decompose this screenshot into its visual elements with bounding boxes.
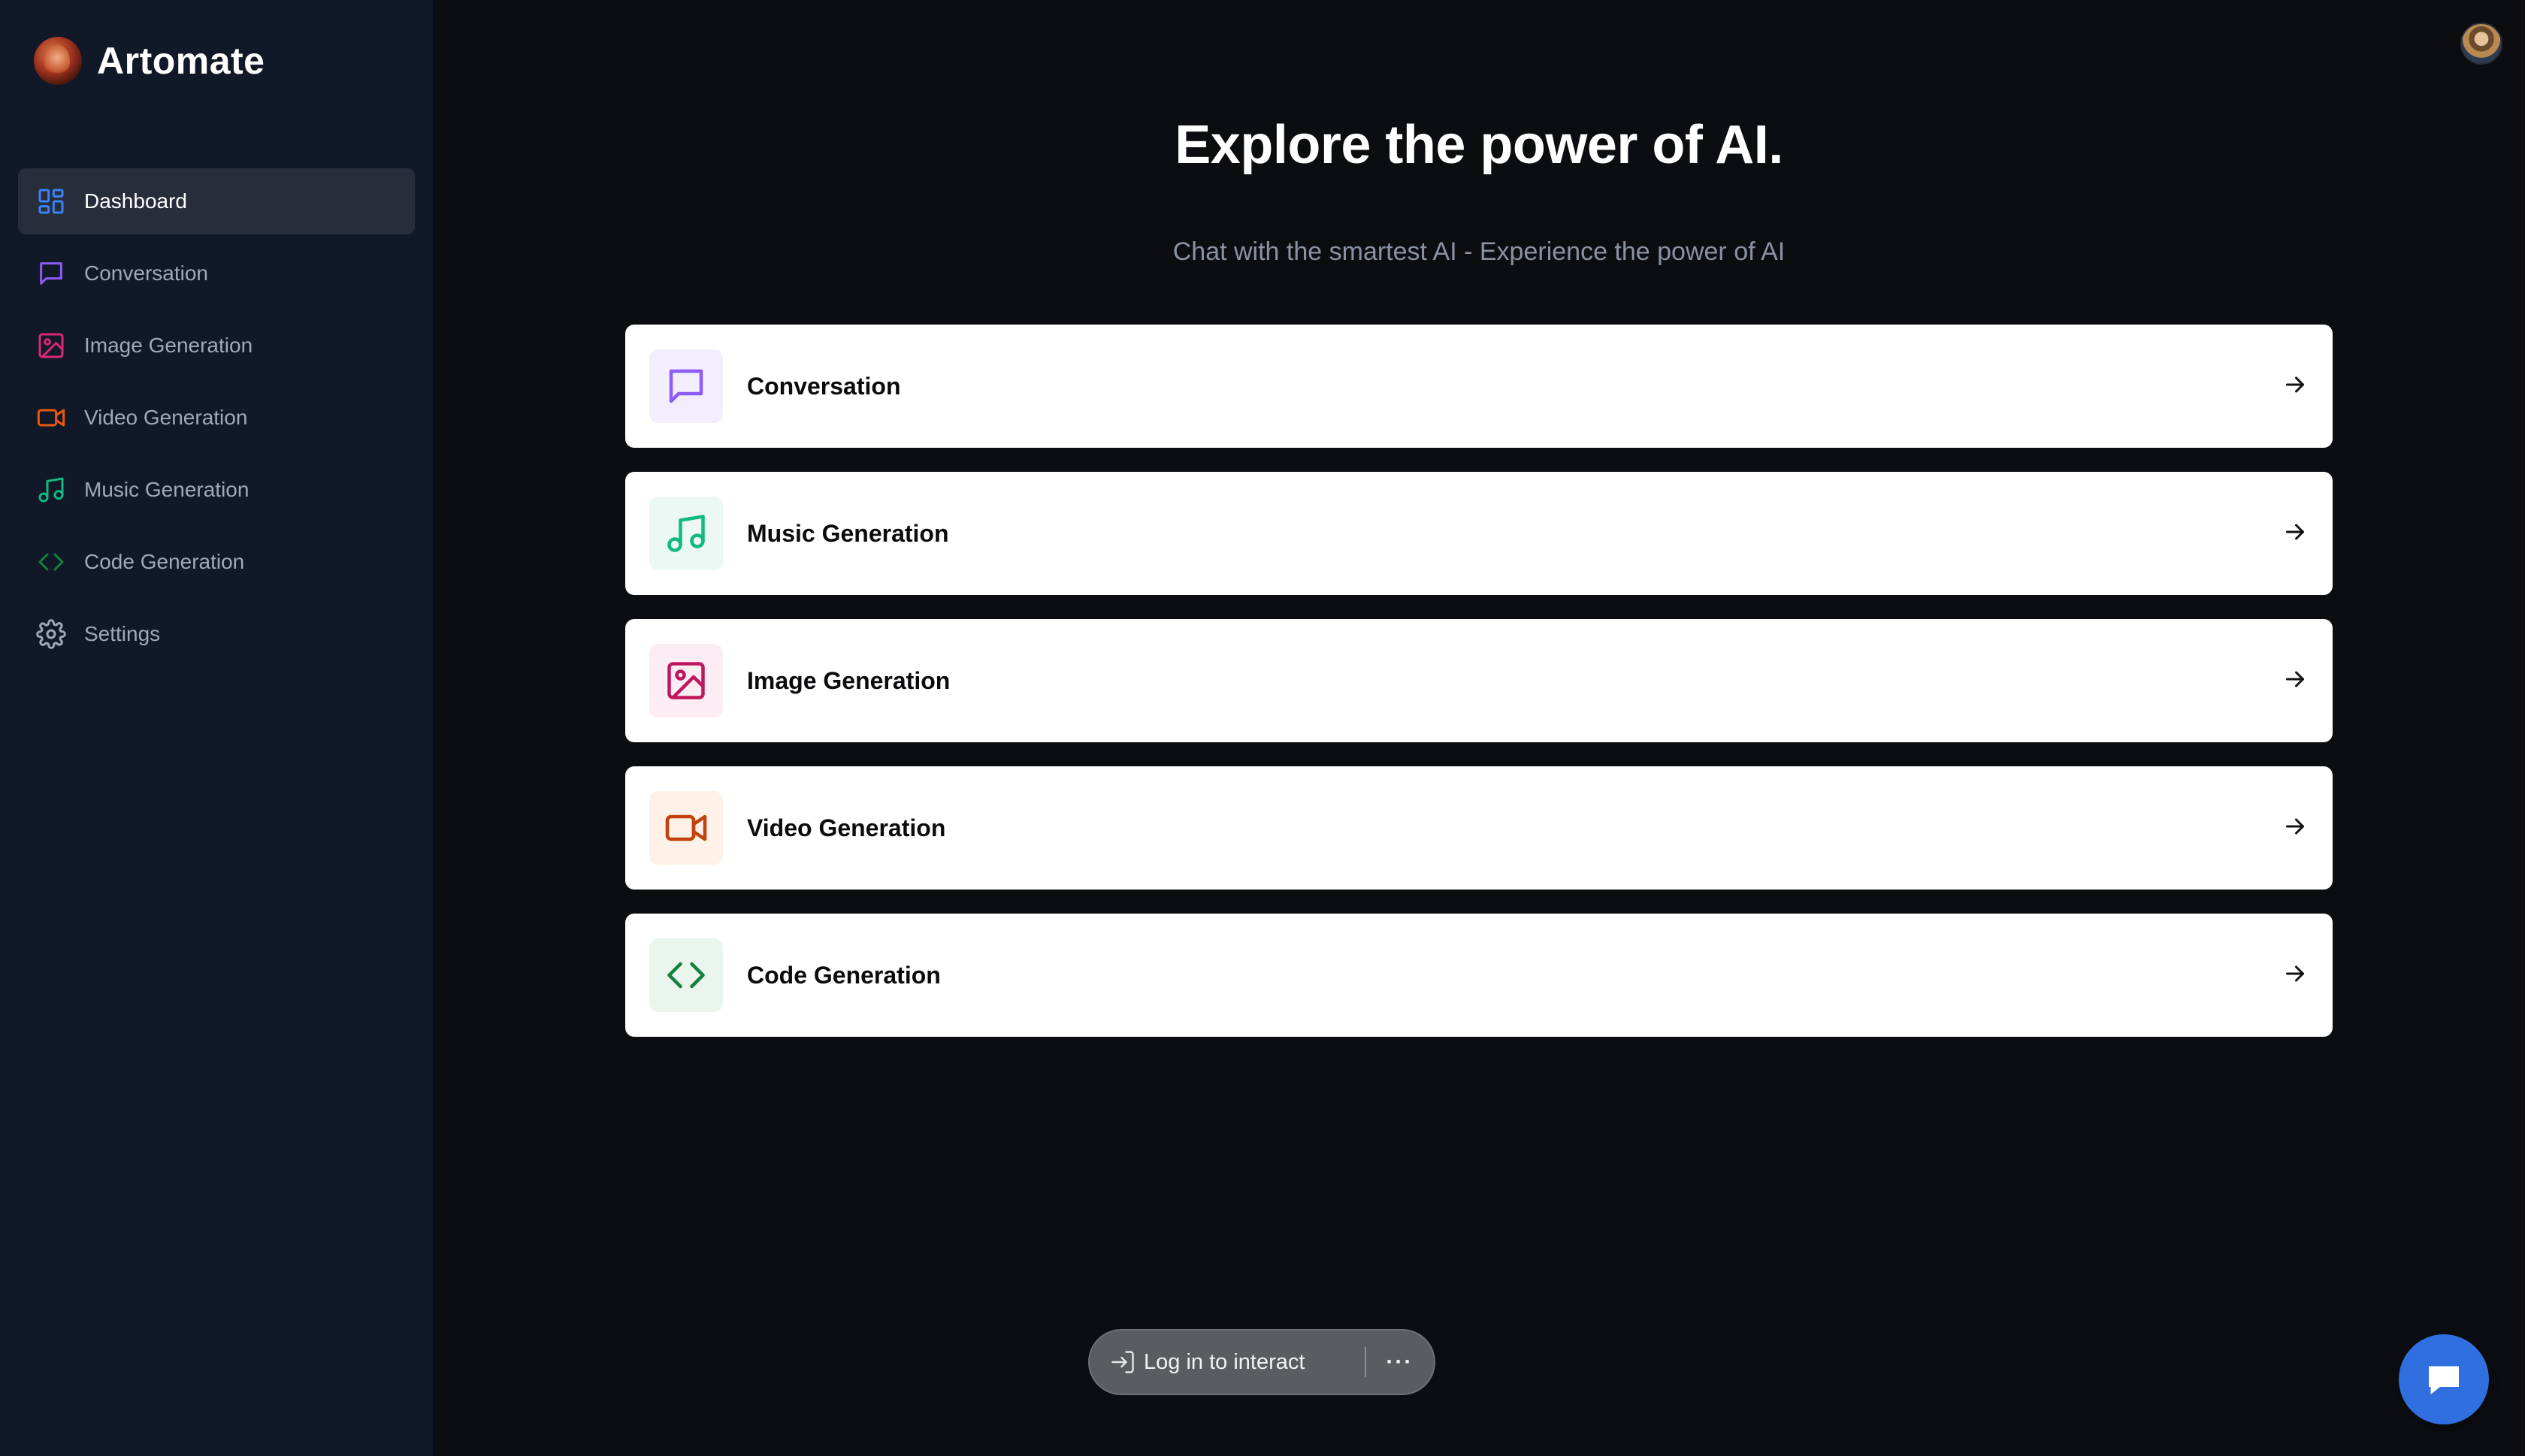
tool-card-label: Conversation [747, 372, 901, 400]
divider [1365, 1347, 1367, 1377]
sidebar-item-video-generation[interactable]: Video Generation [18, 385, 415, 451]
tool-card-label: Music Generation [747, 519, 949, 547]
sidebar-item-music-generation[interactable]: Music Generation [18, 457, 415, 523]
page-subtitle: Chat with the smartest AI - Experience t… [1172, 237, 1786, 266]
chat-icon [36, 258, 66, 288]
login-button[interactable]: Log in to interact [1144, 1350, 1305, 1375]
tool-card-label: Code Generation [747, 961, 941, 989]
sidebar-item-label: Image Generation [84, 334, 253, 357]
arrow-right-icon [2282, 813, 2309, 844]
code-icon [36, 547, 66, 577]
chat-icon [649, 349, 723, 423]
sidebar-item-dashboard[interactable]: Dashboard [18, 168, 415, 234]
video-icon [36, 403, 66, 433]
video-icon [649, 791, 723, 865]
chat-support-button[interactable] [2399, 1334, 2489, 1424]
more-options-button[interactable]: ··· [1386, 1349, 1413, 1375]
login-overlay: Log in to interact ··· [1088, 1329, 1435, 1395]
tool-list: Conversation Music Generation Image Gene… [625, 325, 2333, 1061]
tool-card-code-generation[interactable]: Code Generation [625, 914, 2333, 1037]
sidebar-item-code-generation[interactable]: Code Generation [18, 529, 415, 595]
sidebar-item-label: Conversation [84, 261, 208, 285]
tool-card-label: Video Generation [747, 814, 946, 841]
sidebar-item-conversation[interactable]: Conversation [18, 240, 415, 307]
brand-logo [34, 37, 82, 85]
login-icon [1111, 1351, 1134, 1373]
sidebar-item-label: Video Generation [84, 406, 248, 429]
page-title: Explore the power of AI. [1175, 115, 1783, 175]
brand-name: Artomate [97, 40, 265, 82]
arrow-right-icon [2282, 960, 2309, 991]
sidebar-item-label: Settings [84, 622, 161, 645]
arrow-right-icon [2282, 371, 2309, 402]
sidebar-item-image-generation[interactable]: Image Generation [18, 313, 415, 379]
sidebar-nav: Dashboard Conversation Image Generation … [18, 168, 415, 673]
tool-card-image-generation[interactable]: Image Generation [625, 619, 2333, 742]
arrow-right-icon [2282, 666, 2309, 696]
sidebar-item-label: Dashboard [84, 189, 187, 213]
code-icon [649, 938, 723, 1012]
brand[interactable]: Artomate [34, 35, 265, 87]
arrow-right-icon [2282, 518, 2309, 549]
image-icon [649, 644, 723, 717]
sidebar-item-label: Code Generation [84, 550, 245, 573]
tool-card-conversation[interactable]: Conversation [625, 325, 2333, 448]
tool-card-label: Image Generation [747, 666, 951, 694]
image-icon [36, 331, 66, 361]
chat-support-icon [2429, 1366, 2459, 1394]
main-content: Explore the power of AI. Chat with the s… [433, 0, 2525, 1456]
tool-card-music-generation[interactable]: Music Generation [625, 472, 2333, 595]
sidebar-item-settings[interactable]: Settings [18, 601, 415, 667]
dashboard-icon [36, 186, 66, 216]
sidebar: Artomate Dashboard Conversation Image Ge… [0, 0, 433, 1456]
gear-icon [36, 619, 66, 649]
user-avatar[interactable] [2460, 23, 2502, 65]
tool-card-video-generation[interactable]: Video Generation [625, 766, 2333, 890]
sidebar-item-label: Music Generation [84, 478, 249, 501]
music-icon [36, 475, 66, 505]
music-icon [649, 497, 723, 570]
